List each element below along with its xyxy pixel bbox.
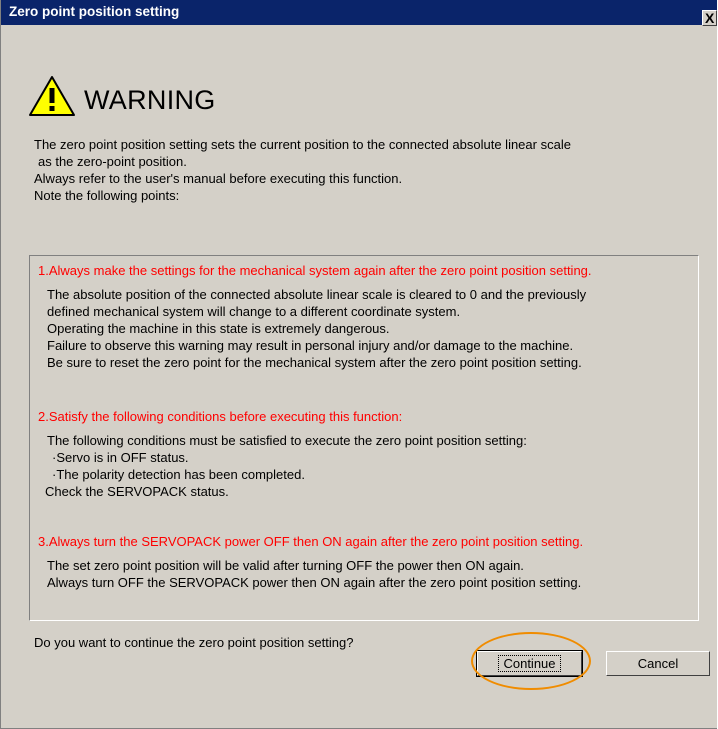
confirm-question: Do you want to continue the zero point p… [34, 635, 354, 650]
section-heading: 3.Always turn the SERVOPACK power OFF th… [38, 534, 584, 549]
close-icon[interactable]: X [705, 11, 714, 25]
intro-line: as the zero-point position. [38, 154, 187, 169]
section-body: The set zero point position will be vali… [38, 557, 583, 591]
title-bar: Zero point position setting [1, 0, 717, 25]
section-heading: 1.Always make the settings for the mecha… [38, 263, 592, 278]
section-line: ·Servo is in OFF status. [52, 450, 189, 465]
section-body: The following conditions must be satisfi… [38, 432, 527, 500]
warning-title: WARNING [84, 85, 216, 115]
section-line: The set zero point position will be vali… [47, 558, 524, 573]
zero-point-dialog: Zero point position setting X WARNING Th… [0, 0, 717, 729]
warning-section-1: 1.Always make the settings for the mecha… [38, 263, 592, 371]
section-line: ·The polarity detection has been complet… [52, 467, 305, 482]
section-line: Be sure to reset the zero point for the … [47, 355, 582, 370]
section-line: Check the SERVOPACK status. [45, 484, 229, 499]
section-line: defined mechanical system will change to… [47, 304, 461, 319]
section-line: The following conditions must be satisfi… [47, 433, 527, 448]
window-title: Zero point position setting [9, 4, 180, 19]
warning-triangle-icon [29, 76, 75, 116]
intro-line: Note the following points: [34, 188, 180, 203]
warning-section-2: 2.Satisfy the following conditions befor… [38, 409, 527, 500]
close-button[interactable]: X [702, 10, 717, 26]
continue-button-label[interactable]: Continue [498, 655, 561, 672]
warning-notes-box: 1.Always make the settings for the mecha… [29, 255, 699, 621]
intro-line: Always refer to the user's manual before… [34, 171, 403, 186]
intro-line: The zero point position setting sets the… [34, 137, 571, 152]
section-body: The absolute position of the connected a… [38, 286, 592, 371]
continue-button[interactable]: Continue [476, 650, 583, 677]
intro-text: The zero point position setting sets the… [34, 136, 571, 204]
warning-section-3: 3.Always turn the SERVOPACK power OFF th… [38, 534, 583, 591]
cancel-button[interactable]: Cancel [606, 651, 710, 676]
section-heading: 2.Satisfy the following conditions befor… [38, 409, 403, 424]
section-line: Always turn OFF the SERVOPACK power then… [47, 575, 582, 590]
section-line: Operating the machine in this state is e… [47, 321, 390, 336]
section-line: The absolute position of the connected a… [47, 287, 587, 302]
section-line: Failure to observe this warning may resu… [47, 338, 574, 353]
